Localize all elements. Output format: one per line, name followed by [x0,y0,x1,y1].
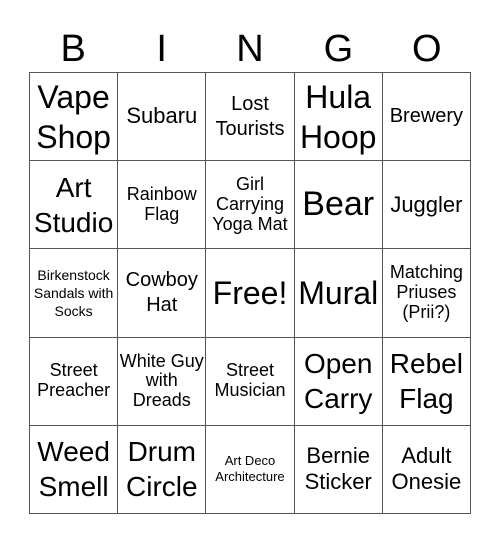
header-letter-n: N [236,28,264,70]
bingo-cell[interactable]: Hula Hoop [294,73,383,162]
bingo-cell[interactable]: Drum Circle [118,425,207,514]
bingo-cell[interactable]: Open Carry [294,337,383,426]
bingo-card: Vape Shop Subaru Lost Tourists Hula Hoop… [29,72,471,514]
bingo-cell[interactable]: Subaru [118,73,207,162]
free-space-cell[interactable]: Free! [206,249,295,338]
bingo-cell[interactable]: Brewery [382,73,471,162]
bingo-cell[interactable]: Mural [294,249,383,338]
bingo-cell[interactable]: White Guy with Dreads [118,337,207,426]
bingo-cell[interactable]: Rainbow Flag [118,161,207,250]
bingo-cell[interactable]: Adult Onesie [382,425,471,514]
bingo-cell[interactable]: Bernie Sticker [294,425,383,514]
bingo-cell[interactable]: Street Preacher [30,337,119,426]
bingo-cell[interactable]: Girl Carrying Yoga Mat [206,161,295,250]
header-letter-i: I [156,28,167,70]
bingo-cell[interactable]: Bear [294,161,383,250]
bingo-cell[interactable]: Juggler [382,161,471,250]
bingo-header: B I N G O [29,26,471,72]
bingo-cell[interactable]: Art Deco Architecture [206,425,295,514]
bingo-cell[interactable]: Cowboy Hat [118,249,207,338]
bingo-cell[interactable]: Street Musician [206,337,295,426]
header-letter-o: O [412,28,442,70]
header-letter-b: B [60,28,86,70]
bingo-cell[interactable]: Vape Shop [30,73,119,162]
bingo-cell[interactable]: Lost Tourists [206,73,295,162]
bingo-cell[interactable]: Art Studio [30,161,119,250]
bingo-cell[interactable]: Rebel Flag [382,337,471,426]
bingo-cell[interactable]: Weed Smell [30,425,119,514]
header-letter-g: G [323,28,354,70]
bingo-cell[interactable]: Birkenstock Sandals with Socks [30,249,119,338]
bingo-cell[interactable]: Matching Priuses (Prii?) [382,249,471,338]
